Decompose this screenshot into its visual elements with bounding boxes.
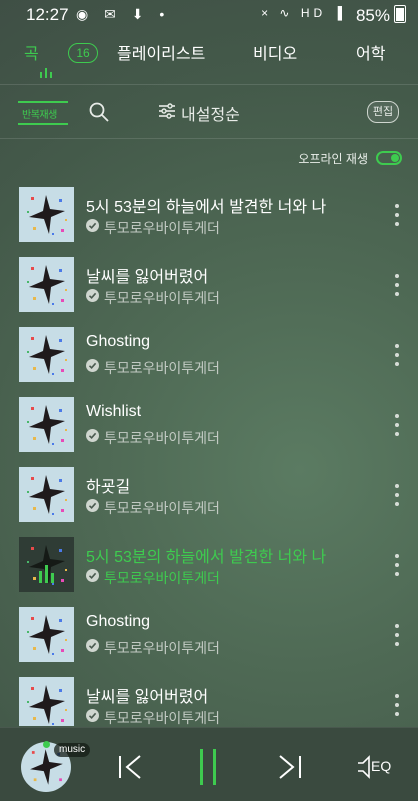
tab-songs-label: 곡 xyxy=(24,46,39,63)
status-bar: 12:27 ◉ ✉ ⬇ • × ∿ HD ▐ 85% xyxy=(0,0,418,30)
tab-songs-count-badge: 16 xyxy=(68,43,98,63)
album-cover xyxy=(19,187,74,242)
tab-songs[interactable]: 곡 16 xyxy=(24,40,98,64)
status-time: 12:27 xyxy=(26,5,69,24)
check-circle-icon xyxy=(86,569,99,582)
more-vertical-icon[interactable] xyxy=(390,274,404,296)
check-circle-icon xyxy=(86,709,99,722)
album-cover xyxy=(19,397,74,452)
album-cover-art-icon xyxy=(27,335,67,375)
top-tabs: 곡 16 플레이리스트 비디오 어학 xyxy=(0,34,418,82)
song-artist: 투모로우바이투게더 xyxy=(104,500,220,516)
check-circle-icon xyxy=(86,289,99,302)
album-cover-art-icon xyxy=(27,545,67,585)
sort-icon[interactable] xyxy=(158,102,176,120)
song-title: 날씨를 잃어버렸어 xyxy=(86,269,209,286)
song-title: Wishlist xyxy=(86,403,142,420)
album-cover-art-icon xyxy=(27,265,67,305)
song-artist: 투모로우바이투게더 xyxy=(104,430,220,446)
album-cover xyxy=(19,257,74,312)
check-circle-icon xyxy=(86,219,99,232)
song-artist: 투모로우바이투게더 xyxy=(104,640,220,656)
offline-play-label: 오프라인 재생 xyxy=(298,152,368,166)
battery-indicator: 85% xyxy=(356,5,406,26)
offline-play-row: 오프라인 재생 xyxy=(0,140,418,176)
song-title: 하굣길 xyxy=(86,479,131,496)
album-cover xyxy=(19,677,74,726)
more-vertical-icon[interactable] xyxy=(390,204,404,226)
check-circle-icon xyxy=(86,499,99,512)
repeat-button[interactable]: 반복재생 xyxy=(18,99,68,125)
more-vertical-icon[interactable] xyxy=(390,554,404,576)
song-artist: 투모로우바이투게더 xyxy=(104,710,220,726)
offline-play-toggle[interactable] xyxy=(376,151,402,165)
album-cover-art-icon xyxy=(27,475,67,515)
sort-label[interactable]: 내설정순 xyxy=(181,101,240,125)
album-cover-art-icon xyxy=(27,615,67,655)
song-list: 5시 53분의 하늘에서 발견한 너와 나 투모로우바이투게더 날씨를 잃어버렸 xyxy=(0,180,418,726)
next-track-button[interactable] xyxy=(276,754,304,780)
song-row[interactable]: 5시 53분의 하늘에서 발견한 너와 나 투모로우바이투게더 xyxy=(0,180,418,250)
check-circle-icon xyxy=(86,639,99,652)
song-row[interactable]: Ghosting 투모로우바이투게더 xyxy=(0,320,418,390)
now-playing-indicator xyxy=(43,741,50,748)
more-vertical-icon[interactable] xyxy=(390,694,404,716)
notification-icons: ◉ ✉ ⬇ • xyxy=(76,6,171,22)
check-circle-icon xyxy=(86,359,99,372)
search-icon[interactable] xyxy=(88,101,110,123)
song-title: Ghosting xyxy=(86,333,151,350)
album-cover xyxy=(19,327,74,382)
equalizer-icon xyxy=(358,755,370,779)
edit-button[interactable]: 편집 xyxy=(367,101,399,123)
song-title: Ghosting xyxy=(86,613,151,630)
song-title: 5시 53분의 하늘에서 발견한 너와 나 xyxy=(86,199,327,216)
eq-label: EQ xyxy=(371,758,392,774)
pause-button[interactable] xyxy=(197,749,221,785)
tabs-divider xyxy=(0,84,418,85)
album-cover-art-icon xyxy=(27,405,67,445)
system-icons: × ∿ HD ▐ xyxy=(261,6,346,20)
tab-language[interactable]: 어학 xyxy=(356,40,385,64)
song-row[interactable]: 날씨를 잃어버렸어 투모로우바이투게더 xyxy=(0,250,418,320)
repeat-button-label: 반복재생 xyxy=(22,110,57,121)
music-badge: music xyxy=(54,743,91,757)
more-vertical-icon[interactable] xyxy=(390,484,404,506)
tab-playlists[interactable]: 플레이리스트 xyxy=(117,40,205,64)
song-artist: 투모로우바이투게더 xyxy=(104,290,220,306)
song-artist: 투모로우바이투게더 xyxy=(104,220,220,236)
song-artist: 투모로우바이투게더 xyxy=(104,570,220,586)
album-cover xyxy=(19,607,74,662)
more-vertical-icon[interactable] xyxy=(390,414,404,436)
song-title: 날씨를 잃어버렸어 xyxy=(86,689,209,706)
song-row[interactable]: 날씨를 잃어버렸어 투모로우바이투게더 xyxy=(0,670,418,726)
more-vertical-icon[interactable] xyxy=(390,624,404,646)
album-cover-art-icon xyxy=(27,685,67,725)
song-title: 5시 53분의 하늘에서 발견한 너와 나 xyxy=(86,549,327,566)
tab-videos[interactable]: 비디오 xyxy=(253,40,297,64)
previous-track-button[interactable] xyxy=(116,754,144,780)
check-circle-icon xyxy=(86,429,99,442)
active-tab-indicator-icon xyxy=(39,68,55,78)
album-cover-art-icon xyxy=(27,195,67,235)
equalizer-button[interactable]: EQ xyxy=(356,754,400,780)
more-vertical-icon[interactable] xyxy=(390,344,404,366)
song-artist: 투모로우바이투게더 xyxy=(104,360,220,376)
song-row[interactable]: 하굣길 투모로우바이투게더 xyxy=(0,460,418,530)
toolbar-divider xyxy=(0,138,418,139)
list-toolbar: 반복재생 내설정순 편집 xyxy=(0,88,418,138)
album-cover xyxy=(19,537,74,592)
battery-percent: 85% xyxy=(355,6,390,25)
song-row[interactable]: Wishlist 투모로우바이투게더 xyxy=(0,390,418,460)
battery-icon xyxy=(394,5,406,23)
song-row-now-playing[interactable]: 5시 53분의 하늘에서 발견한 너와 나 투모로우바이투게더 xyxy=(0,530,418,600)
song-row[interactable]: Ghosting 투모로우바이투게더 xyxy=(0,600,418,670)
album-cover xyxy=(19,467,74,522)
mini-player: music EQ xyxy=(0,727,418,801)
